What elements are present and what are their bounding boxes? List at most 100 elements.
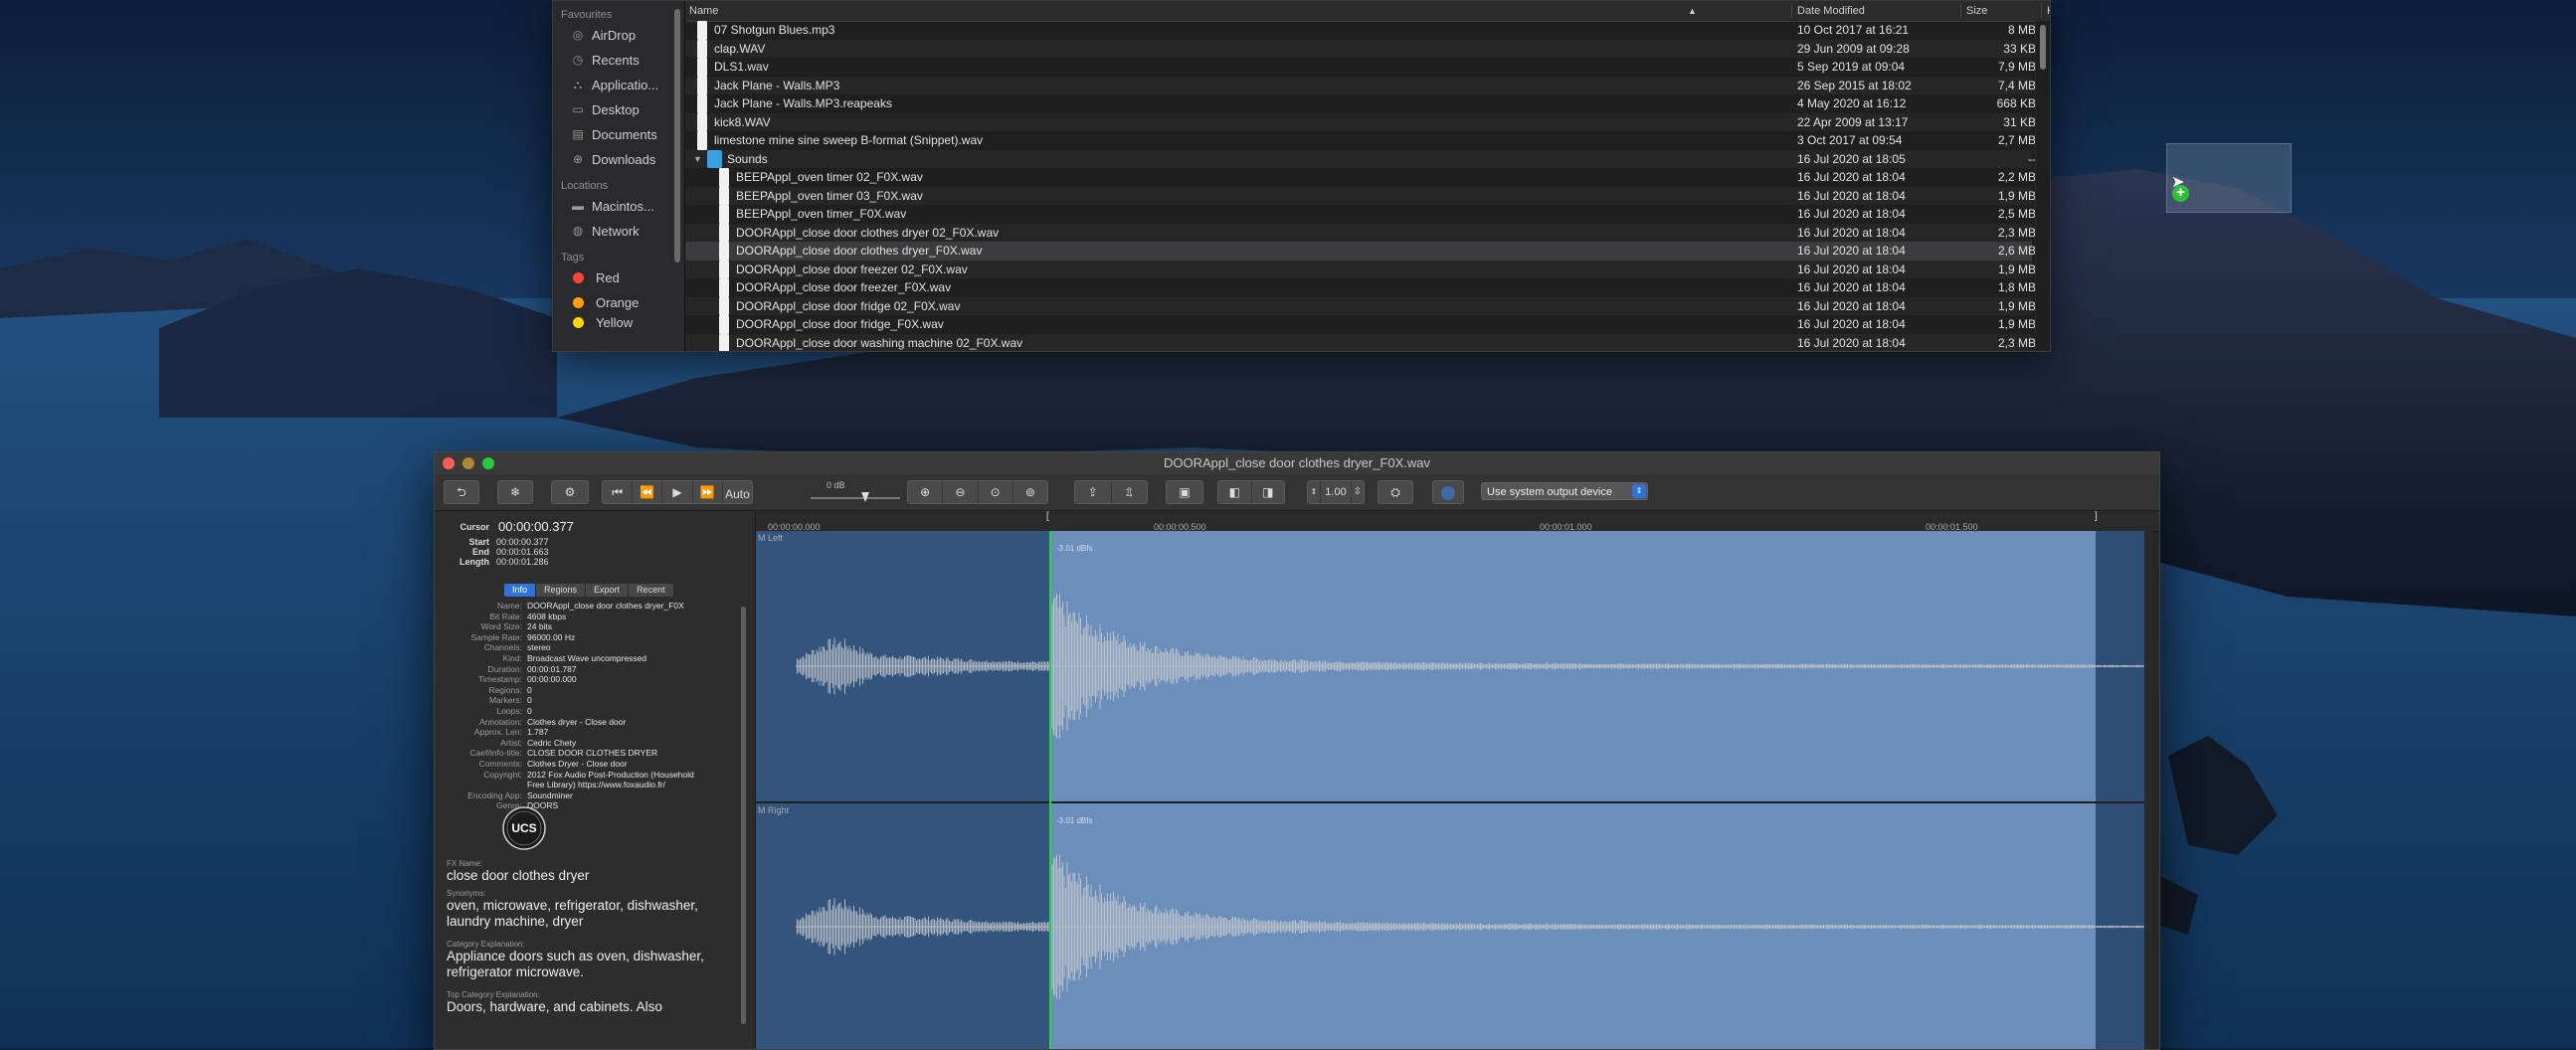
- sidebar-tag-orange[interactable]: Orange: [553, 290, 670, 315]
- file-row[interactable]: Jack Plane - Walls.MP3 26 Sep 2015 at 18:…: [685, 76, 2050, 94]
- tab-recent[interactable]: Recent: [629, 584, 674, 597]
- waveform-display[interactable]: [756, 531, 2152, 1049]
- sidebar-item-macintosh-hd[interactable]: ▬ Macintos...: [553, 194, 670, 219]
- tab-export[interactable]: Export: [586, 584, 630, 597]
- output-device-select[interactable]: Use system output device ⇕: [1481, 482, 1648, 500]
- sidebar-tag-yellow[interactable]: Yellow: [553, 315, 670, 329]
- top-category-label: Top Category Explanation:: [447, 990, 540, 999]
- file-size: 2,6 MB: [1997, 244, 2036, 258]
- synonyms-label: Synonyms:: [447, 889, 486, 898]
- sidebar-item-desktop[interactable]: ▭ Desktop: [553, 97, 670, 122]
- sidebar-tag-red[interactable]: Red: [553, 265, 670, 290]
- stop-button[interactable]: [1432, 480, 1464, 504]
- file-row[interactable]: kick8.WAV22 Apr 2009 at 13:1731 KBWavefo…: [685, 112, 2050, 131]
- folder-row[interactable]: ▼Sounds16 Jul 2020 at 18:05--Folder: [685, 149, 2050, 169]
- sidebar-item-downloads[interactable]: ⊕ Downloads: [553, 147, 670, 172]
- zoom-selection-button[interactable]: ⊙: [979, 481, 1013, 503]
- tools-button[interactable]: ⛭: [1378, 480, 1413, 504]
- view-left-button[interactable]: ◧: [1218, 481, 1252, 503]
- zoom-value[interactable]: 1.00: [1321, 481, 1352, 503]
- file-row[interactable]: DOORAppl_close door clothes dryer 02_F0X…: [685, 223, 2050, 242]
- reveal-folder-button[interactable]: ▣: [1166, 480, 1203, 504]
- metadata-row: Artist: Cedric Chety: [435, 738, 733, 749]
- file-list-scrollbar[interactable]: [2035, 21, 2050, 351]
- fast-forward-button[interactable]: ⏩: [693, 481, 723, 503]
- sidebar-item-network[interactable]: ◍ Network: [553, 219, 670, 244]
- column-divider[interactable]: [2041, 4, 2042, 18]
- rewind-button[interactable]: ⏪: [633, 481, 663, 503]
- sidebar-item-recents[interactable]: ◷ Recents: [553, 48, 670, 73]
- disclosure-triangle-icon[interactable]: ▼: [693, 150, 702, 169]
- selection-end-marker-icon[interactable]: ]: [2095, 511, 2098, 522]
- zoom-selection-icon: ⊙: [990, 485, 1001, 499]
- file-name: clap.WAV: [714, 41, 766, 56]
- file-date-modified: 16 Jul 2020 at 18:04: [1797, 298, 1906, 313]
- file-row[interactable]: BEEPAppl_oven timer 02_F0X.wav 16 Jul 202…: [685, 168, 2050, 187]
- red-tag-dot-icon: [573, 272, 584, 283]
- loop-toggle-button[interactable]: ⮌: [444, 480, 479, 504]
- file-list-scroll-thumb[interactable]: [2040, 25, 2046, 70]
- freeze-button[interactable]: ❄: [497, 480, 533, 504]
- auto-play-button[interactable]: Auto Play: [723, 481, 752, 523]
- file-row[interactable]: DOORAppl_close door washing machine 02_F…: [685, 333, 2050, 351]
- file-name: BEEPAppl_oven timer_F0X.wav: [736, 207, 907, 221]
- go-to-start-button[interactable]: ⏮: [603, 481, 634, 503]
- file-row[interactable]: DOORAppl_close door clothes dryer_F0X.wa…: [685, 242, 2050, 261]
- sidebar-item-documents[interactable]: ▤ Documents: [553, 122, 670, 147]
- info-panel-scrollbar[interactable]: [739, 601, 749, 1049]
- column-kind[interactable]: Kind: [2043, 1, 2050, 21]
- waveform-area[interactable]: 00:00:00.000 00:00:00.500 00:00:01.000 0…: [756, 511, 2159, 1049]
- file-size: --: [2028, 151, 2036, 166]
- tab-regions[interactable]: Regions: [536, 584, 587, 597]
- title-bar[interactable]: DOORAppl_close door clothes dryer_F0X.wa…: [435, 452, 2159, 475]
- stepper-arrows-icon[interactable]: ⇕: [1308, 481, 1321, 503]
- export-controls: ⇪ ⇫: [1074, 480, 1148, 504]
- time-ruler[interactable]: 00:00:00.000 00:00:00.500 00:00:01.000 0…: [756, 511, 2159, 532]
- waveform-scrollbar[interactable]: [2144, 531, 2152, 1049]
- zoom-in-button[interactable]: ⊕: [908, 481, 944, 503]
- file-row[interactable]: DOORAppl_close door freezer_F0X.wav 16 Ju…: [685, 278, 2050, 297]
- file-row[interactable]: DOORAppl_close door fridge 02_F0X.wav 16 …: [685, 296, 2050, 315]
- settings-button[interactable]: ⚙: [551, 480, 589, 504]
- batch-export-button[interactable]: ⇫: [1112, 481, 1148, 503]
- file-row[interactable]: BEEPAppl_oven timer_F0X.wav 16 Jul 2020 a…: [685, 205, 2050, 224]
- volume-slider[interactable]: [811, 497, 900, 499]
- sidebar-item-applications[interactable]: ⛬ Applicatio...: [553, 73, 670, 97]
- column-divider[interactable]: [1791, 4, 1792, 18]
- file-row[interactable]: Jack Plane - Walls.MP3.reapeaks 4 May 202…: [685, 94, 2050, 113]
- column-date-modified[interactable]: Date Modified: [1793, 1, 1865, 21]
- fit-height-icon[interactable]: ⇳: [1352, 481, 1364, 503]
- file-size: 668 KB: [1996, 96, 2036, 110]
- column-size[interactable]: Size: [1962, 1, 1987, 21]
- sidebar-scroll-thumb[interactable]: [674, 9, 680, 262]
- metadata-key: Duration:: [487, 663, 523, 674]
- play-button[interactable]: ▶: [662, 481, 693, 503]
- file-row[interactable]: 07 Shotgun Blues.mp3 10 Oct 2017 at 16:21…: [685, 21, 2050, 40]
- zoom-fit-button[interactable]: ⊚: [1013, 481, 1047, 503]
- view-right-button[interactable]: ◨: [1252, 481, 1285, 503]
- metadata-value: 00:00:01.787: [527, 663, 577, 674]
- file-row[interactable]: DLS1.wav5 Sep 2019 at 09:047,9 MBWavefor…: [685, 58, 2050, 77]
- file-date-modified: 3 Oct 2017 at 09:54: [1797, 133, 1903, 147]
- column-divider[interactable]: [1960, 4, 1961, 18]
- category-explanation-label: Category Explanation:: [447, 940, 525, 949]
- file-row[interactable]: BEEPAppl_oven timer 03_F0X.wav 16 Jul 202…: [685, 186, 2050, 205]
- column-name[interactable]: Name: [685, 1, 718, 21]
- file-row[interactable]: DOORAppl_close door fridge_F0X.wav 16 Jul…: [685, 315, 2050, 334]
- file-row[interactable]: clap.WAV29 Jun 2009 at 09:2833 KBWavefor…: [685, 39, 2050, 58]
- sidebar-item-airdrop[interactable]: ◎ AirDrop: [553, 23, 670, 48]
- selection-start-marker-icon[interactable]: [: [1046, 511, 1049, 522]
- file-name: DOORAppl_close door freezer_F0X.wav: [736, 280, 952, 294]
- file-size: 1,8 MB: [1997, 280, 2036, 294]
- sidebar-scrollbar[interactable]: [670, 1, 685, 351]
- info-scroll-thumb[interactable]: [741, 607, 746, 1024]
- tab-info[interactable]: Info: [504, 584, 537, 597]
- file-row[interactable]: DOORAppl_close door freezer 02_F0X.wav 16…: [685, 260, 2050, 278]
- export-button[interactable]: ⇪: [1075, 481, 1112, 503]
- file-name: BEEPAppl_oven timer 03_F0X.wav: [736, 188, 923, 203]
- file-icon: [719, 333, 729, 351]
- file-row[interactable]: limestone mine sine sweep B-format (Snip…: [685, 131, 2050, 150]
- stop-circle-icon: [1441, 485, 1455, 500]
- zoom-out-button[interactable]: ⊖: [943, 481, 979, 503]
- metadata-key: Comments:: [478, 758, 522, 769]
